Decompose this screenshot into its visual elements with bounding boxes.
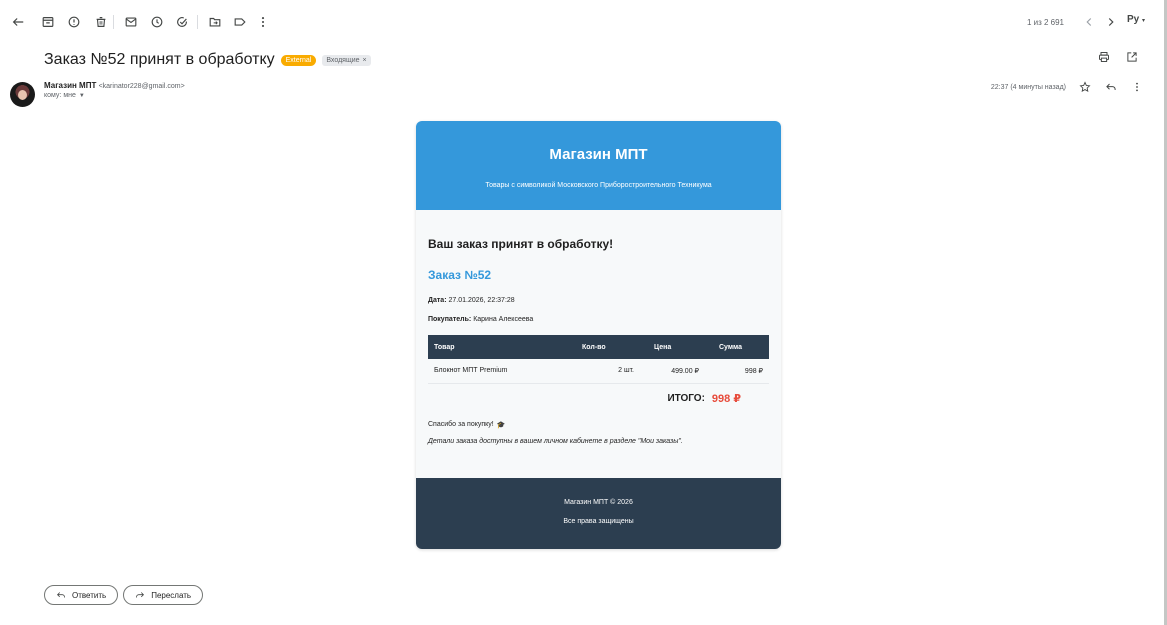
thanks-text: Спасибо за покупку! xyxy=(428,421,494,428)
table-header-row: Товар Кол-во Цена Сумма xyxy=(428,335,769,359)
external-label-badge: External xyxy=(280,54,317,66)
star-icon[interactable] xyxy=(1078,80,1092,94)
add-to-tasks-icon[interactable] xyxy=(172,12,192,32)
move-to-icon[interactable] xyxy=(205,12,225,32)
column-header-price: Цена xyxy=(640,335,705,359)
mark-unread-icon[interactable] xyxy=(121,12,141,32)
email-header-banner: Магазин МПТ Товары с символикой Московск… xyxy=(416,121,781,210)
pager-count: 1 из 2 691 xyxy=(1026,18,1064,27)
message-meta: 22:37 (4 минуты назад) xyxy=(991,80,1144,94)
thanks-line: Спасибо за покупку! 🎓 xyxy=(428,421,769,429)
chevron-down-icon[interactable]: ▼ xyxy=(79,93,85,99)
sender-line: Магазин МПТ <karinator228@gmail.com> xyxy=(44,81,185,90)
sender-name[interactable]: Магазин МПТ xyxy=(44,81,96,90)
toolbar-divider xyxy=(197,15,198,29)
print-icon[interactable] xyxy=(1097,50,1111,64)
reply-actions: Ответить Переслать xyxy=(44,585,204,605)
chevron-down-icon: ▾ xyxy=(1141,18,1145,24)
forward-button[interactable]: Переслать xyxy=(123,585,204,605)
to-label: кому: мне xyxy=(44,92,76,99)
email-message-card: Магазин МПТ Товары с символикой Московск… xyxy=(416,121,781,549)
shop-name: Магазин МПТ xyxy=(549,146,648,163)
open-in-new-window-icon[interactable] xyxy=(1125,50,1139,64)
cell-price: 499.00 ₽ xyxy=(640,359,705,384)
total-value: 998 ₽ xyxy=(711,392,741,405)
email-subject: Заказ №52 принят в обработку xyxy=(44,51,275,68)
archive-icon[interactable] xyxy=(38,12,58,32)
buyer-value: Карина Алексеева xyxy=(473,316,534,323)
more-icon[interactable] xyxy=(1130,80,1144,94)
language-label: Ру xyxy=(1126,14,1140,25)
date-value: 27.01.2026, 22:37:28 xyxy=(448,297,515,304)
email-body: Ваш заказ принят в обработку! Заказ №52 … xyxy=(416,210,781,445)
order-date: Дата: 27.01.2026, 22:37:28 xyxy=(428,297,769,304)
reply-label: Ответить xyxy=(72,590,107,600)
cell-quantity: 2 шт. xyxy=(568,359,640,384)
label-icon[interactable] xyxy=(230,12,250,32)
inbox-label-text: Входящие xyxy=(326,56,360,64)
email-footer: Магазин МПТ © 2026 Все права защищены xyxy=(416,478,781,549)
delete-icon[interactable] xyxy=(91,12,111,32)
back-icon[interactable] xyxy=(8,12,28,32)
timestamp: 22:37 (4 минуты назад) xyxy=(990,83,1066,91)
subject-row: Заказ №52 принят в обработку External Вх… xyxy=(44,49,371,71)
forward-label: Переслать xyxy=(151,590,192,600)
date-label: Дата: xyxy=(428,297,447,304)
report-spam-icon[interactable] xyxy=(64,12,84,32)
avatar[interactable] xyxy=(10,82,35,107)
thread-actions xyxy=(1097,50,1139,64)
reply-button[interactable]: Ответить xyxy=(44,585,119,605)
remove-label-icon[interactable]: × xyxy=(363,57,367,64)
column-header-quantity: Кол-во xyxy=(568,335,640,359)
cell-sum: 998 ₽ xyxy=(705,359,769,384)
order-total: ИТОГО: 998 ₽ xyxy=(428,392,769,405)
buyer-label: Покупатель: xyxy=(428,316,472,323)
toolbar: 1 из 2 691 Ру ▾ xyxy=(0,0,1167,44)
footer-rights: Все права защищены xyxy=(563,518,634,525)
column-header-product: Товар xyxy=(428,335,568,359)
sender-email: <karinator228@gmail.com> xyxy=(98,83,185,90)
order-details-note: Детали заказа доступны в вашем личном ка… xyxy=(428,437,683,445)
forward-icon xyxy=(136,592,145,598)
more-icon[interactable] xyxy=(253,12,273,32)
order-items-table: Товар Кол-во Цена Сумма Блокнот МПТ Prem… xyxy=(428,335,769,384)
column-header-sum: Сумма xyxy=(705,335,769,359)
recipients-toggle[interactable]: кому: мне ▼ xyxy=(44,92,85,99)
input-language-button[interactable]: Ру ▾ xyxy=(1127,14,1145,25)
toolbar-divider xyxy=(113,15,114,29)
footer-copyright: Магазин МПТ © 2026 xyxy=(564,499,633,506)
cell-product: Блокнот МПТ Premium xyxy=(428,359,568,384)
inbox-label-chip[interactable]: Входящие × xyxy=(322,54,371,66)
order-accepted-heading: Ваш заказ принят в обработку! xyxy=(428,237,614,251)
shop-tagline: Товары с символикой Московского Приборос… xyxy=(485,182,712,189)
reply-icon[interactable] xyxy=(1104,80,1118,94)
table-row: Блокнот МПТ Premium 2 шт. 499.00 ₽ 998 ₽ xyxy=(428,359,769,384)
reply-icon xyxy=(56,592,65,598)
newer-icon[interactable] xyxy=(1079,12,1099,32)
total-label: ИТОГО: xyxy=(667,392,705,404)
graduation-cap-icon: 🎓 xyxy=(496,421,506,429)
order-buyer: Покупатель: Карина Алексеева xyxy=(428,316,769,323)
snooze-icon[interactable] xyxy=(147,12,167,32)
order-number: Заказ №52 xyxy=(428,268,492,282)
older-icon[interactable] xyxy=(1101,12,1121,32)
